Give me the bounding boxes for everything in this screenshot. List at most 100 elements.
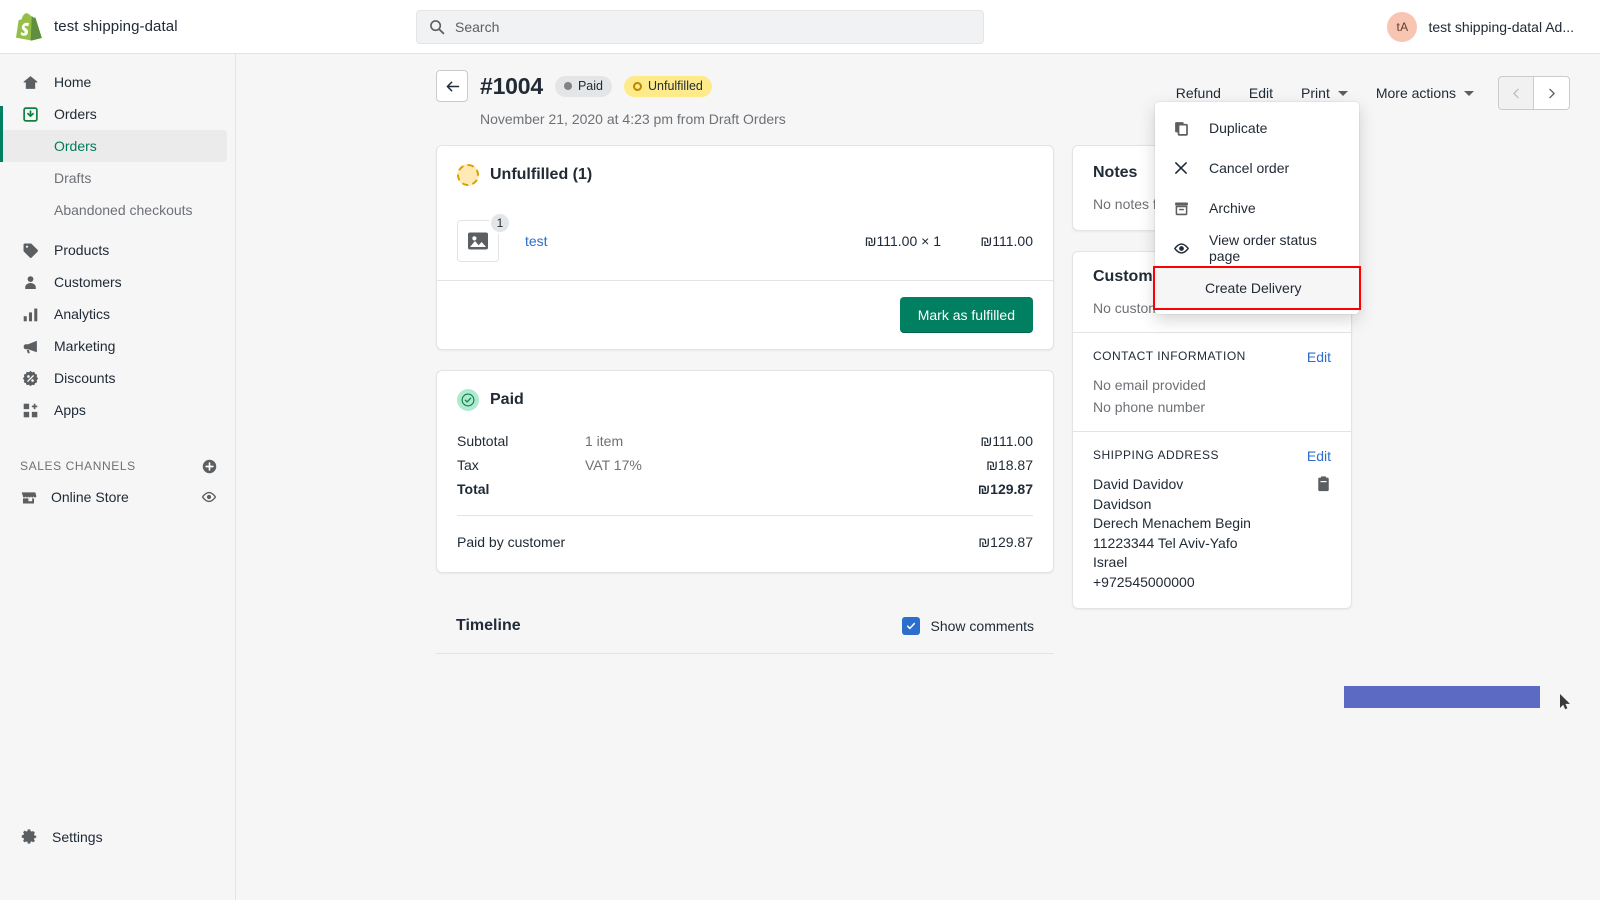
edit-shipping-link[interactable]: Edit [1307, 448, 1331, 464]
back-button[interactable] [436, 70, 468, 102]
sidebar-item-home[interactable]: Home [0, 66, 227, 98]
sidebar-item-abandoned-checkouts[interactable]: Abandoned checkouts [0, 194, 227, 226]
brand-block[interactable]: test shipping-datal [0, 12, 236, 41]
summary-value: ₪129.87 [977, 481, 1033, 497]
search-icon [429, 19, 445, 35]
contact-phone: No phone number [1093, 399, 1206, 415]
arrow-left-icon [444, 78, 461, 95]
sidebar-item-analytics[interactable]: Analytics [0, 298, 227, 330]
more-actions-label: More actions [1375, 85, 1456, 101]
contact-header: CONTACT INFORMATION Edit [1093, 349, 1331, 365]
paid-by-customer-value: ₪129.87 [978, 534, 1033, 550]
sidebar-channel-label: Online Store [51, 489, 129, 505]
timeline-header: Timeline Show comments [436, 593, 1054, 654]
menu-item-label: Cancel order [1209, 160, 1290, 176]
summary-label: Total [457, 481, 490, 497]
orders-icon [20, 104, 40, 124]
address-line: David Davidov [1093, 476, 1184, 492]
customers-icon [20, 272, 40, 292]
shipping-address-section: SHIPPING ADDRESS Edit David Davidov Davi… [1073, 431, 1351, 608]
plus-circle-icon[interactable] [202, 459, 217, 474]
sales-channels-label: SALES CHANNELS [20, 459, 136, 473]
payment-card: Paid Subtotal 1 item ₪111.00 Tax VAT 17%… [436, 370, 1054, 573]
sidebar-item-online-store[interactable]: Online Store [0, 480, 235, 514]
paid-by-customer-label: Paid by customer [457, 534, 566, 550]
menu-item-label: View order status page [1209, 232, 1317, 264]
line-item-name[interactable]: test [525, 233, 548, 249]
summary-row-subtotal: Subtotal 1 item ₪111.00 [457, 429, 1033, 453]
status-badge-unfulfilled: Unfulfilled [624, 75, 712, 97]
fulfillment-footer: Mark as fulfilled [437, 280, 1053, 349]
chevron-down-icon [1337, 90, 1348, 96]
eye-icon[interactable] [201, 489, 217, 505]
print-label: Print [1301, 85, 1330, 101]
mark-as-fulfilled-button[interactable]: Mark as fulfilled [899, 297, 1033, 333]
summary-value: ₪18.87 [986, 457, 1033, 473]
address-line: Israel [1093, 554, 1128, 570]
summary-row-paid: Paid by customer ₪129.87 [457, 530, 1033, 554]
show-comments-toggle[interactable]: Show comments [901, 617, 1034, 635]
address-line: +972545000000 [1093, 573, 1195, 590]
sidebar-item-label: Products [54, 242, 110, 258]
sidebar-item-customers[interactable]: Customers [0, 266, 227, 298]
account-name: test shipping-datal Ad... [1428, 19, 1574, 35]
shipping-address-label: SHIPPING ADDRESS [1093, 448, 1220, 462]
sidebar-item-discounts[interactable]: Discounts [0, 362, 227, 394]
contact-information-section: CONTACT INFORMATION Edit No email provid… [1073, 332, 1351, 431]
contact-information-label: CONTACT INFORMATION [1093, 349, 1246, 363]
archive-icon [1171, 200, 1191, 217]
sidebar-item-settings[interactable]: Settings [0, 820, 235, 854]
sidebar-item-apps[interactable]: Apps [0, 394, 227, 426]
address-line: Derech Menachem Begin [1093, 515, 1251, 531]
eye-icon [1171, 240, 1191, 257]
menu-item-create-delivery[interactable]: Create Delivery [1153, 266, 1361, 310]
sidebar-item-orders[interactable]: Orders [0, 98, 227, 130]
summary-row-total: Total ₪129.87 [457, 477, 1033, 501]
clipboard-icon[interactable] [1316, 475, 1331, 592]
unfulfilled-ring-icon [457, 164, 479, 186]
avatar: tA [1387, 12, 1418, 42]
check-circle-icon [457, 389, 479, 411]
menu-item-duplicate[interactable]: Duplicate [1155, 108, 1359, 148]
fulfillment-card: Unfulfilled (1) 1 test ₪111.00 × 1 ₪111.… [436, 145, 1054, 350]
line-item-thumbnail: 1 [457, 212, 511, 262]
sidebar-item-label: Drafts [54, 170, 92, 186]
sidebar-item-label: Customers [54, 274, 122, 290]
edit-contact-link[interactable]: Edit [1307, 349, 1331, 365]
address-line: Davidson [1093, 495, 1152, 512]
sidebar-item-products[interactable]: Products [0, 234, 227, 266]
sidebar-item-marketing[interactable]: Marketing [0, 330, 227, 362]
account-menu[interactable]: tA test shipping-datal Ad... [1387, 0, 1574, 54]
fulfillment-title: Unfulfilled (1) [490, 166, 593, 183]
edit-label: Edit [1248, 85, 1274, 101]
menu-item-cancel-order[interactable]: Cancel order [1155, 148, 1359, 188]
page-title: #1004 [480, 72, 543, 99]
timeline-card: Timeline Show comments [436, 593, 1054, 654]
search-input[interactable]: Search [416, 9, 984, 44]
sidebar-item-drafts[interactable]: Drafts [0, 162, 227, 194]
discounts-icon [20, 368, 40, 388]
more-actions-button[interactable]: More actions [1362, 76, 1488, 110]
menu-item-view-order-status-page[interactable]: View order status page [1155, 228, 1359, 268]
sidebar-item-label: Analytics [54, 306, 111, 322]
sidebar-item-label: Marketing [54, 338, 116, 354]
status-badge-label: Paid [577, 79, 603, 93]
sidebar-item-orders-sub[interactable]: Orders [0, 130, 227, 162]
menu-item-archive[interactable]: Archive [1155, 188, 1359, 228]
order-main-column: Unfulfilled (1) 1 test ₪111.00 × 1 ₪111.… [436, 145, 1054, 654]
order-pagination [1498, 76, 1570, 110]
search-placeholder: Search [455, 18, 500, 35]
refund-label: Refund [1175, 85, 1221, 101]
shopify-logo [16, 12, 42, 41]
summary-label: Tax [457, 457, 479, 473]
menu-item-label: Duplicate [1209, 120, 1268, 136]
summary-label: Subtotal [457, 433, 509, 449]
summary-detail: 1 item [585, 433, 624, 449]
next-order-button[interactable] [1534, 76, 1570, 110]
prev-order-button[interactable] [1498, 76, 1534, 110]
summary-row-tax: Tax VAT 17% ₪18.87 [457, 453, 1033, 477]
close-x-icon [1171, 160, 1191, 176]
shipping-header: SHIPPING ADDRESS Edit [1093, 448, 1331, 464]
sales-channels-header: SALES CHANNELS [0, 452, 235, 480]
chevron-down-icon [1464, 90, 1474, 96]
